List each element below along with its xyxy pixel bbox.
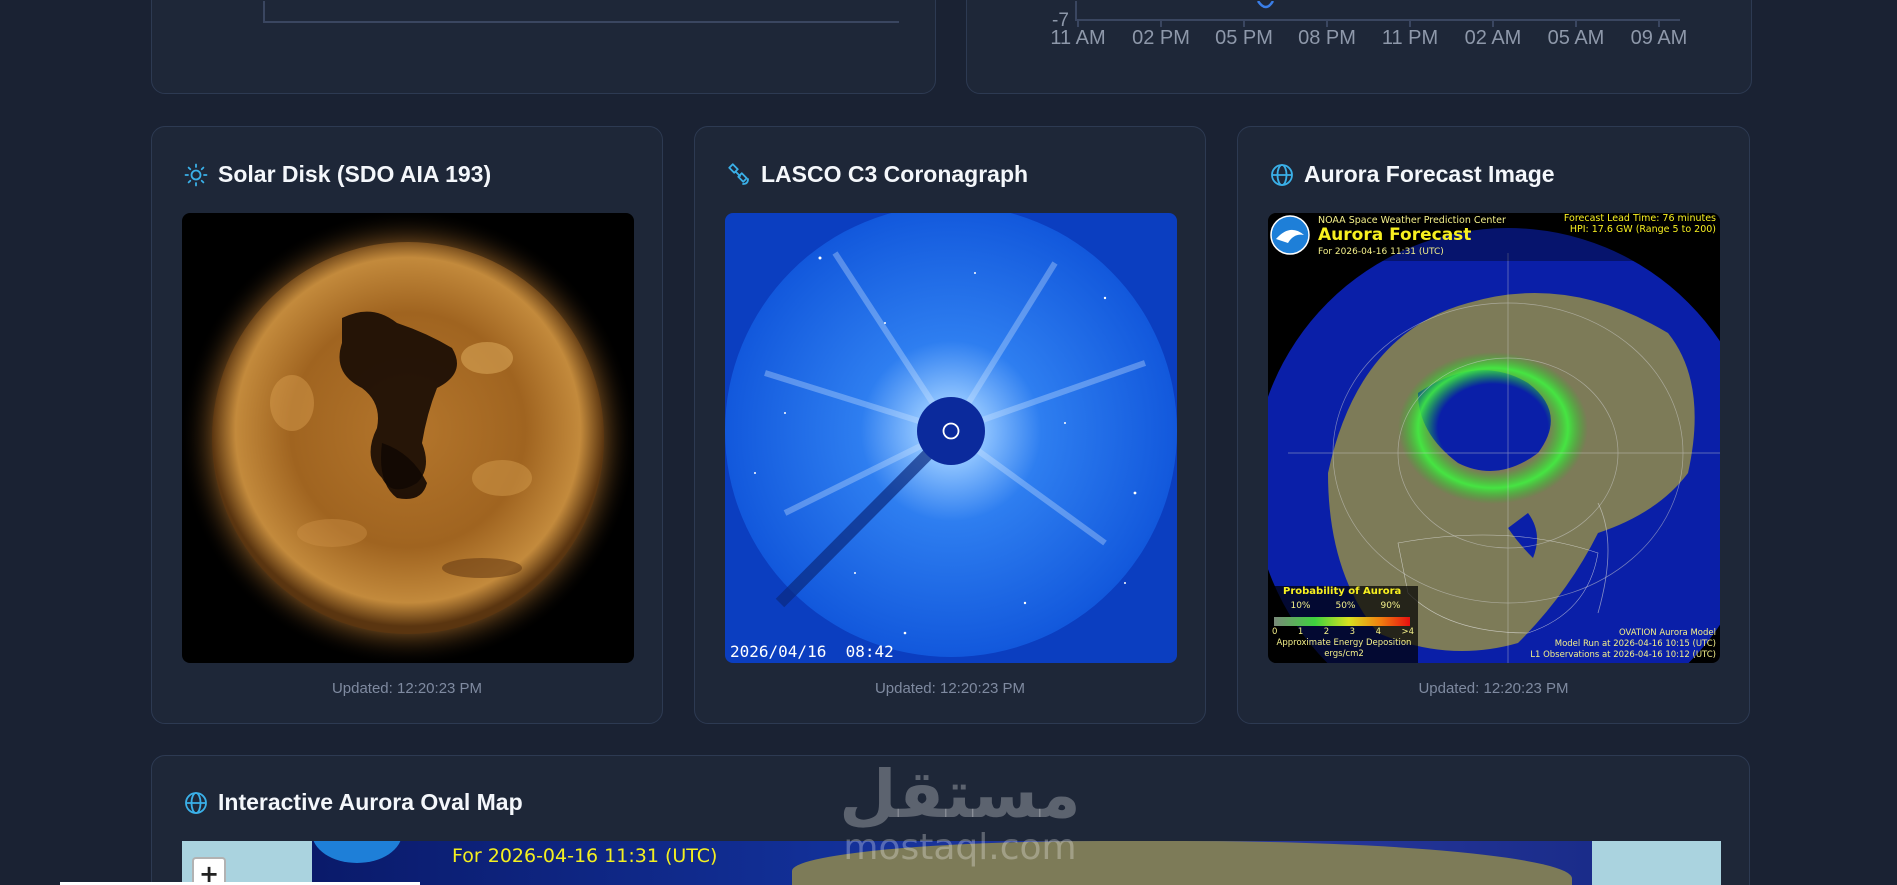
sun-icon [184, 163, 208, 187]
legend-percents: 10% 50% 90% [1278, 601, 1413, 611]
updated-timestamp: Updated: 12:20:23 PM [1418, 680, 1569, 697]
solar-disk-card: Solar Disk (SDO AIA 193) Updated: 12:20:… [151, 126, 663, 724]
aurora-image-date: For 2026-04-16 11:31 (UTC) [1318, 247, 1444, 257]
card-title: LASCO C3 Coronagraph [727, 161, 1028, 188]
x-tick-label: 09 AM [1630, 27, 1688, 49]
map-overlay-banner: For 2026-04-16 11:31 (UTC) [452, 845, 718, 867]
updated-timestamp: Updated: 12:20:23 PM [874, 680, 1026, 697]
legend-pct-50: 50% [1335, 601, 1356, 611]
legend-num: 0 [1272, 627, 1278, 637]
hpi-text: HPI: 17.6 GW (Range 5 to 200) [1569, 224, 1716, 235]
x-tick-label: 05 PM [1215, 27, 1273, 49]
lasco-image-timestamp: 2026/04/16 08:42 [730, 642, 894, 661]
legend-num: >4 [1401, 627, 1414, 637]
legend-num: 4 [1375, 627, 1381, 637]
aurora-forecast-image[interactable]: NOAA Space Weather Prediction Center Aur… [1268, 213, 1720, 663]
legend-pct-90: 90% [1380, 601, 1401, 611]
x-tick-label: 11 AM [1050, 27, 1106, 49]
globe-icon [1270, 163, 1294, 187]
globe-icon [184, 791, 208, 815]
map-noaa-logo [312, 841, 402, 863]
map-card-title: Interactive Aurora Oval Map [218, 789, 523, 815]
legend-numbers: 0 1 2 3 4 >4 [1272, 627, 1414, 637]
legend-num: 1 [1297, 627, 1304, 637]
card-title: Aurora Forecast Image [1270, 161, 1555, 188]
legend-unit: ergs/cm2 [1324, 649, 1364, 659]
x-tick-label: 08 PM [1298, 27, 1356, 49]
legend-num: 2 [1323, 627, 1330, 637]
legend-num: 3 [1349, 627, 1356, 637]
aurora-forecast-card: Aurora Forecast Image NOAA Space Weather… [1237, 126, 1750, 724]
x-axis-line [1075, 1, 1680, 21]
legend-pct-10: 10% [1290, 601, 1311, 611]
satellite-icon [727, 162, 751, 187]
watermark: مستقل mostaql.com [830, 760, 1090, 866]
zoom-in-button[interactable]: + [192, 857, 226, 885]
l1-observations: L1 Observations at 2026-04-16 10:12 (UTC… [1530, 650, 1716, 660]
aurora-forecast-title: Aurora Forecast Image [1304, 161, 1555, 187]
card-title: Solar Disk (SDO AIA 193) [184, 161, 491, 188]
updated-timestamp: Updated: 12:20:23 PM [331, 680, 483, 697]
watermark-arabic: مستقل [839, 756, 1081, 833]
solar-disk-title: Solar Disk (SDO AIA 193) [218, 161, 492, 187]
card-title: Interactive Aurora Oval Map [184, 789, 523, 816]
chart-plot-frame [263, 1, 899, 23]
x-tick-label: 02 PM [1132, 27, 1190, 49]
x-tick-label: 02 AM [1464, 27, 1522, 49]
legend-title: Probability of Aurora [1283, 586, 1402, 597]
top-left-card [151, 0, 936, 94]
legend-note: Approximate Energy Deposition [1276, 638, 1412, 648]
chart-line-fragment [1256, 1, 1275, 9]
lasco-card: LASCO C3 Coronagraph 2026/04/16 08:42 Up… [694, 126, 1206, 724]
x-tick-label: 05 AM [1547, 27, 1605, 49]
solar-disk-image[interactable] [182, 213, 634, 663]
watermark-latin: mostaql.com [843, 827, 1077, 868]
model-run: Model Run at 2026-04-16 10:15 (UTC) [1554, 639, 1716, 649]
aurora-image-title: Aurora Forecast [1318, 225, 1472, 245]
forecast-lead-time: Forecast Lead Time: 76 minutes [1563, 213, 1716, 224]
top-right-card: -7 11 AM 02 PM 05 PM 08 PM 11 PM 02 AM 05 AM 09… [966, 0, 1752, 94]
model-name: OVATION Aurora Model [1618, 628, 1716, 638]
lasco-image[interactable]: 2026/04/16 08:42 [725, 213, 1177, 663]
x-tick-label: 11 PM [1381, 27, 1439, 49]
lasco-title: LASCO C3 Coronagraph [761, 161, 1029, 187]
